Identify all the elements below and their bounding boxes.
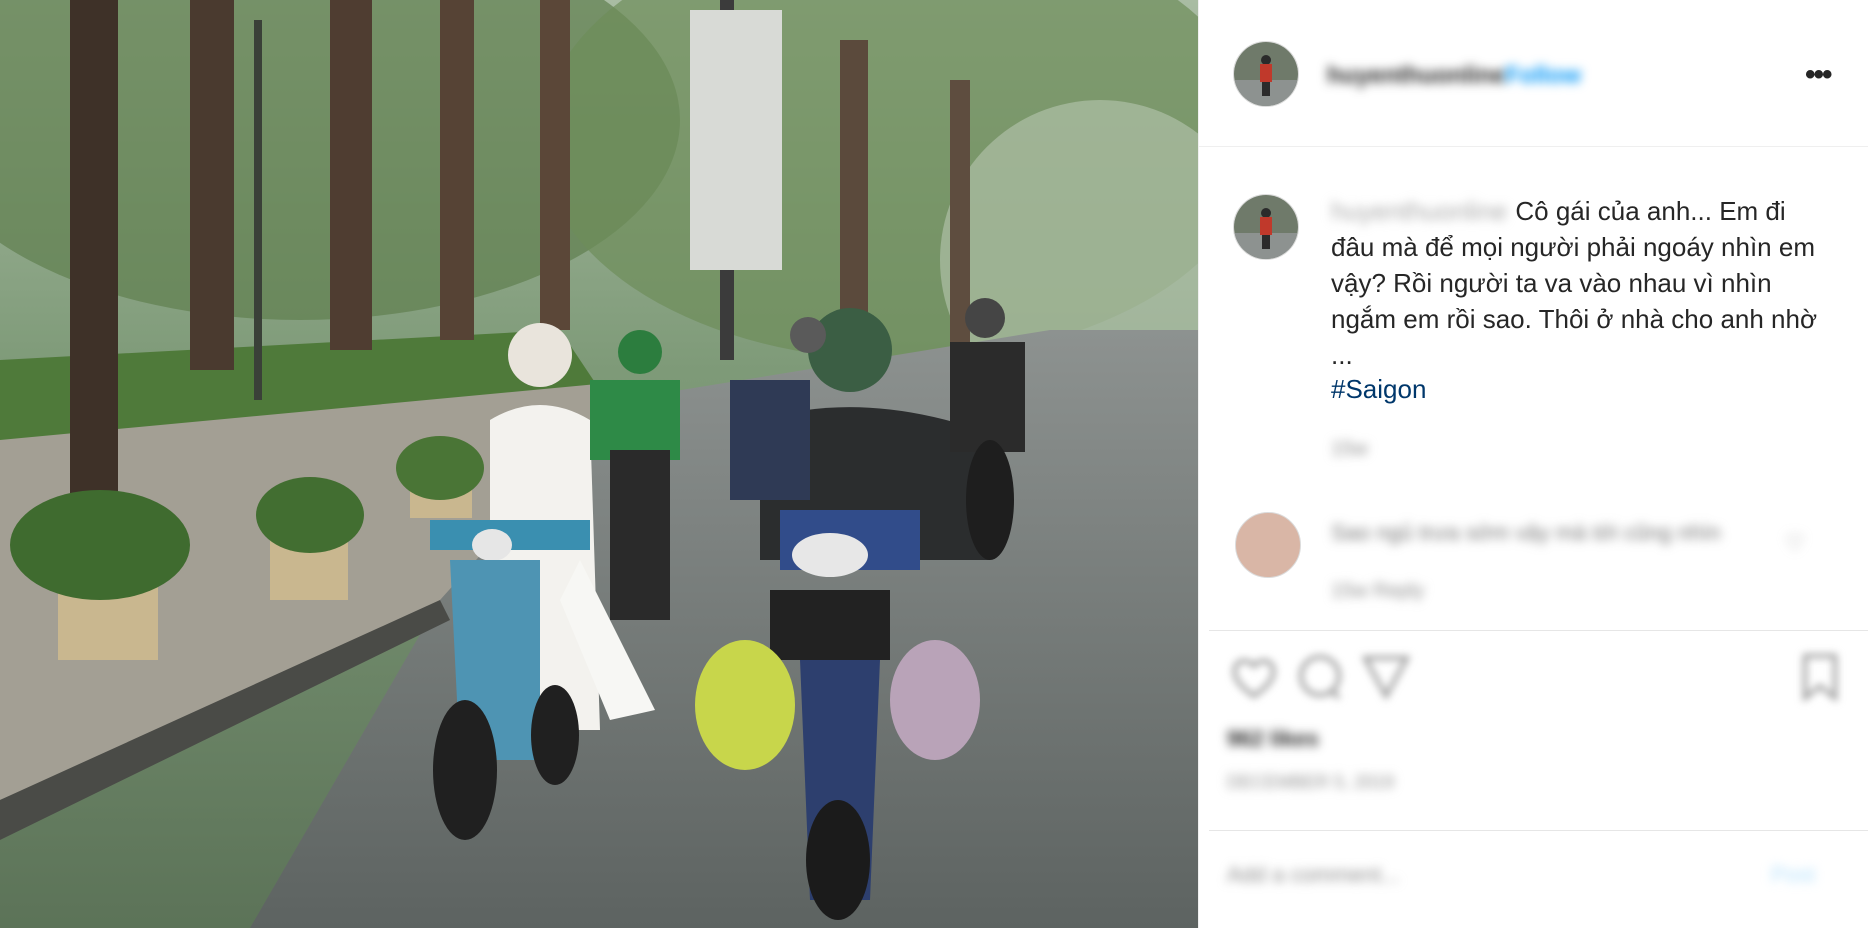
post-header: huyenthuonline Follow ••• [1199, 0, 1868, 147]
caption-timestamp: 15w [1331, 438, 1368, 460]
caption-avatar[interactable] [1233, 194, 1299, 260]
comment-separator [1209, 830, 1868, 831]
post-sidebar: huyenthuonline Follow ••• huyenthuonline… [1198, 0, 1868, 928]
action-bar [1227, 650, 1847, 710]
comment-like-icon[interactable]: ♡ [1785, 530, 1805, 556]
post-photo[interactable] [0, 0, 1198, 928]
share-icon[interactable] [1359, 650, 1413, 704]
post-date: DECEMBER 5, 2019 [1227, 772, 1395, 792]
caption-text: huyenthuonline Cô gái của anh... Em đi đâ… [1331, 193, 1831, 373]
hashtag-link[interactable]: #Saigon [1331, 374, 1426, 405]
commenter-avatar[interactable] [1235, 512, 1301, 578]
caption-username[interactable]: huyenthuonline [1331, 196, 1507, 226]
add-comment-input[interactable]: Add a comment... [1227, 862, 1399, 888]
comment-icon[interactable] [1293, 650, 1347, 704]
comment-meta[interactable]: 15w Reply [1331, 580, 1424, 603]
author-username[interactable]: huyenthuonline [1327, 62, 1506, 90]
more-icon[interactable]: ••• [1805, 58, 1832, 92]
follow-button[interactable]: Follow [1505, 62, 1581, 90]
likes-count[interactable]: 962 likes [1227, 726, 1319, 752]
author-avatar[interactable] [1233, 41, 1299, 107]
post-comment-button[interactable]: Post [1771, 862, 1815, 888]
street-scene-image [0, 0, 1198, 928]
bookmark-icon[interactable] [1793, 650, 1847, 704]
comment-text: Sao ngủ trưa sớm vậy mà tới cũng nhìn [1331, 520, 1721, 545]
actions-separator [1209, 630, 1868, 631]
heart-icon[interactable] [1227, 650, 1281, 704]
